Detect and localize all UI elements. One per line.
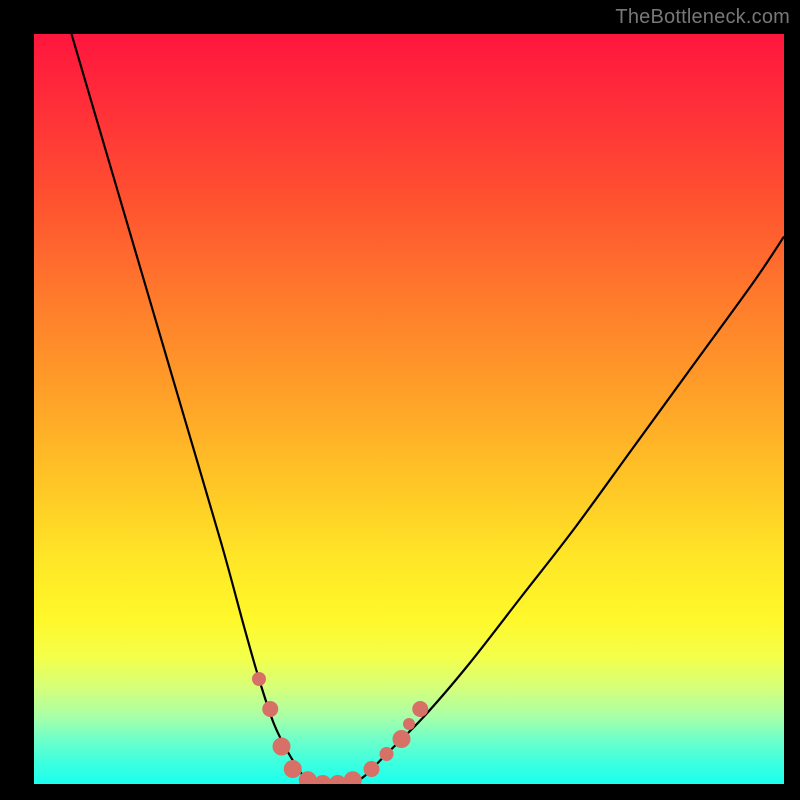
curve-marker [273,738,291,756]
curve-marker [380,747,394,761]
curve-marker [412,701,428,717]
curve-marker [344,771,362,784]
curve-marker [262,701,278,717]
bottleneck-curve [72,34,785,784]
chart-svg [34,34,784,784]
curve-marker [252,672,266,686]
curve-marker [393,730,411,748]
curve-markers [252,672,428,784]
chart-plot-area [34,34,784,784]
chart-frame: TheBottleneck.com [0,0,800,800]
curve-marker [284,760,302,778]
curve-marker [403,718,415,730]
curve-marker [364,761,380,777]
watermark-text: TheBottleneck.com [615,6,790,29]
